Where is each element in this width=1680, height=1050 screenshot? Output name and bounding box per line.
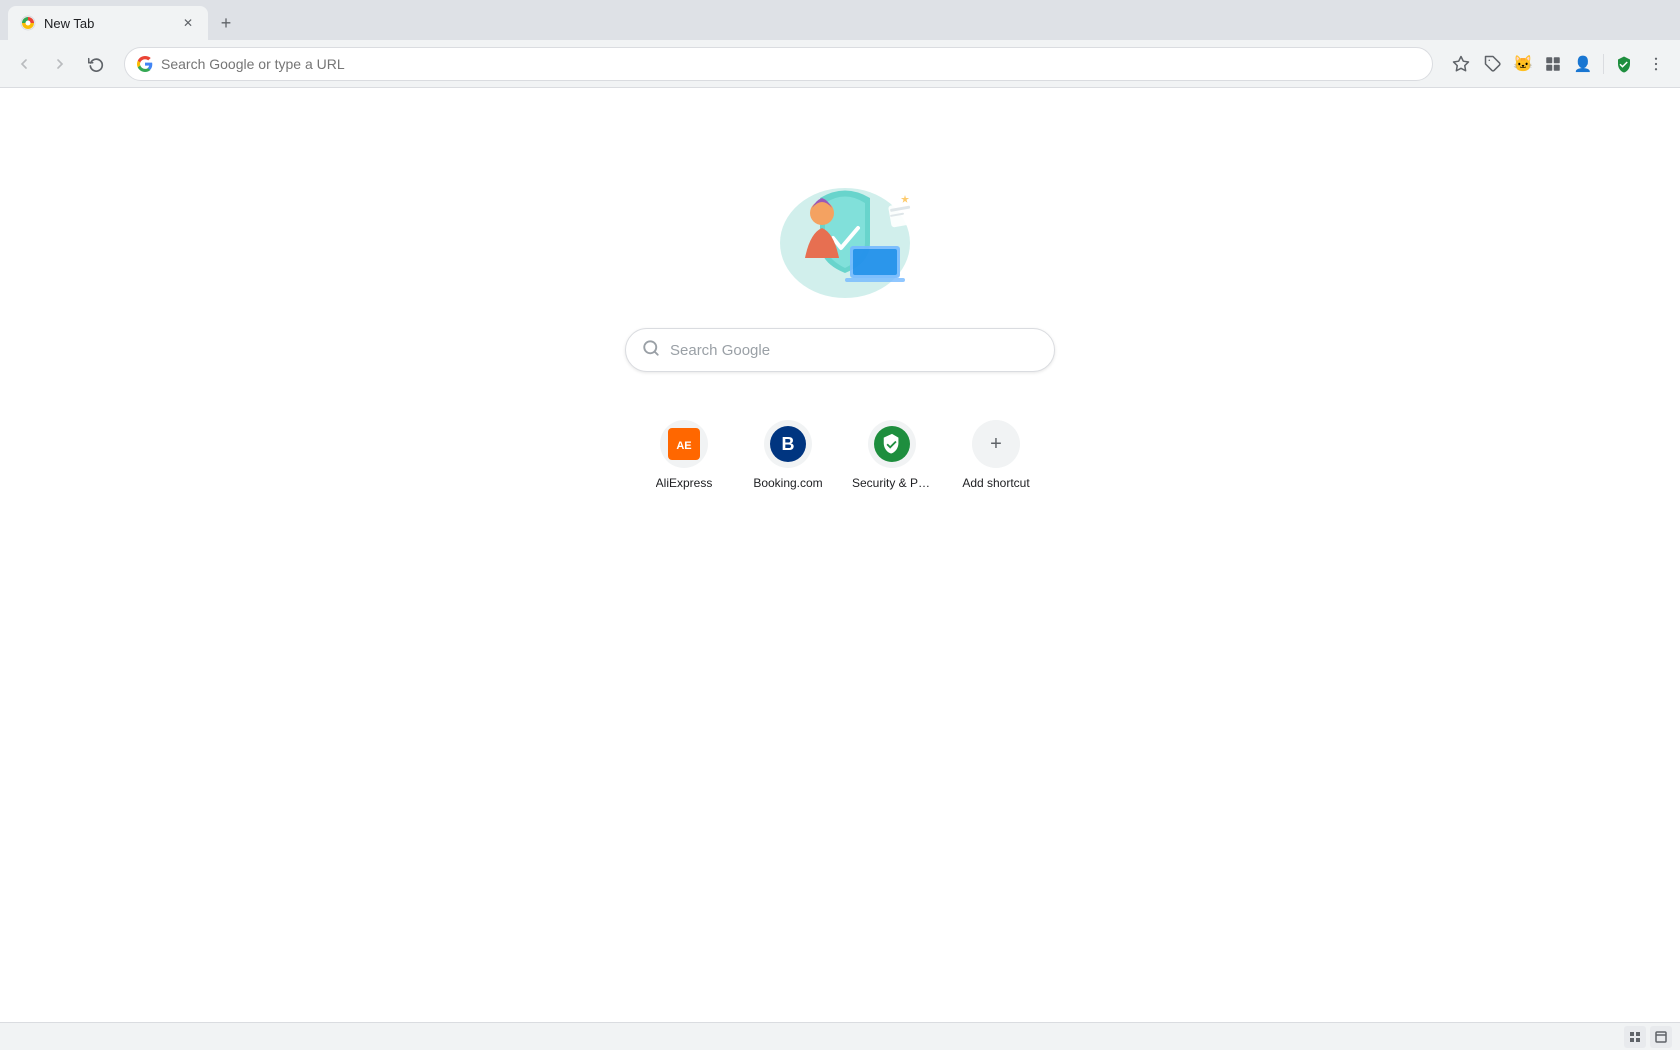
shortcut-booking[interactable]: B Booking.com (740, 412, 836, 498)
security-shortcut-icon (874, 426, 910, 462)
back-button[interactable] (8, 48, 40, 80)
shortcut-aliexpress[interactable]: AE AliExpress (636, 412, 732, 498)
bottom-button-1[interactable] (1624, 1026, 1646, 1048)
hero-illustration (740, 168, 940, 298)
add-shortcut-icon: + (972, 420, 1020, 468)
tab-favicon (20, 15, 36, 31)
forward-button[interactable] (44, 48, 76, 80)
shortcuts-grid: AE AliExpress B Booking.com (636, 412, 1044, 498)
address-bar[interactable] (124, 47, 1433, 81)
add-shortcut-label: Add shortcut (962, 476, 1029, 490)
aliexpress-icon-wrap: AE (660, 420, 708, 468)
search-container (625, 328, 1055, 372)
reload-button[interactable] (80, 48, 112, 80)
new-tab-page: AE AliExpress B Booking.com (0, 88, 1680, 1050)
new-tab-button[interactable]: + (212, 9, 240, 37)
tab-title: New Tab (44, 16, 172, 31)
booking-icon: B (770, 426, 806, 462)
search-bar[interactable] (625, 328, 1055, 372)
add-shortcut-icon-wrap: + (972, 420, 1020, 468)
active-tab[interactable]: New Tab ✕ (8, 6, 208, 40)
bookmark-button[interactable] (1445, 48, 1477, 80)
google-icon (137, 56, 153, 72)
extension-icon-3[interactable] (1539, 50, 1567, 78)
security-icon-wrap (868, 420, 916, 468)
security-label: Security & Priv... (852, 476, 932, 490)
shortcut-add[interactable]: + Add shortcut (948, 412, 1044, 498)
toolbar-separator (1603, 54, 1604, 74)
search-input[interactable] (670, 342, 1038, 359)
aliexpress-label: AliExpress (656, 476, 713, 490)
extension-icon-1[interactable] (1479, 50, 1507, 78)
booking-label: Booking.com (753, 476, 822, 490)
tab-bar: New Tab ✕ + (0, 0, 1680, 40)
chrome-menu-button[interactable] (1640, 48, 1672, 80)
browser-frame: New Tab ✕ + (0, 0, 1680, 1050)
svg-text:AE: AE (676, 440, 691, 452)
toolbar: 🐱 👤 (0, 40, 1680, 88)
extension-icon-2[interactable]: 🐱 (1509, 50, 1537, 78)
shortcut-security[interactable]: Security & Priv... (844, 412, 940, 498)
profile-icon[interactable]: 👤 (1569, 50, 1597, 78)
bottom-bar (0, 1022, 1680, 1050)
url-input[interactable] (161, 56, 1420, 72)
bottom-button-2[interactable] (1650, 1026, 1672, 1048)
booking-icon-wrap: B (764, 420, 812, 468)
aliexpress-icon: AE (668, 428, 700, 460)
toolbar-actions: 🐱 👤 (1445, 48, 1672, 80)
search-icon (642, 339, 660, 362)
tab-close-button[interactable]: ✕ (180, 15, 196, 31)
security-extension-icon[interactable] (1610, 50, 1638, 78)
